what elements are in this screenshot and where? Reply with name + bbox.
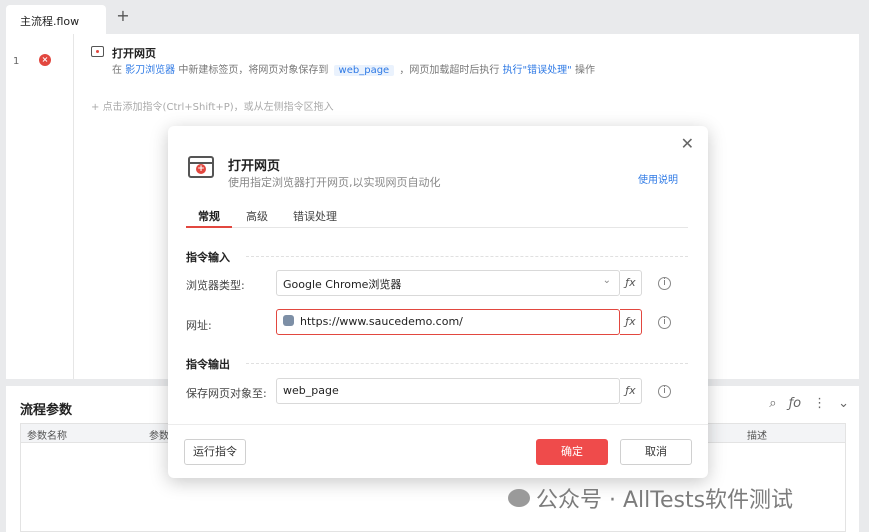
url-label: 网址: [186, 319, 212, 332]
line-number: 1 [13, 56, 20, 67]
add-hint-text: 点击添加指令(Ctrl+Shift+P)，或从左侧指令区拖入 [102, 102, 334, 113]
column-header: 参数名称 [27, 431, 67, 442]
line-gutter: 1 × [6, 34, 74, 379]
info-icon[interactable]: i [658, 385, 671, 398]
close-icon[interactable]: ✕ [681, 136, 694, 152]
tab-advanced[interactable]: 高级 [246, 208, 268, 224]
info-icon[interactable]: i [658, 316, 671, 329]
browser-icon [91, 46, 104, 57]
tab-main-flow[interactable]: 主流程.flow [6, 5, 106, 34]
browser-type-label: 浏览器类型: [186, 279, 245, 292]
fx-button[interactable]: ƒx [620, 270, 642, 296]
wechat-icon [508, 489, 530, 507]
command-title[interactable]: 打开网页 [112, 45, 156, 61]
help-link[interactable]: 使用说明 [638, 171, 678, 186]
tab-error-handling[interactable]: 错误处理 [293, 208, 337, 224]
confirm-button[interactable]: 确定 [536, 439, 608, 465]
error-icon[interactable]: × [39, 54, 51, 66]
dialog-tabs: 常规 高级 错误处理 [186, 206, 688, 228]
chevron-down-icon[interactable]: ⌄ [603, 275, 611, 286]
browser-type-select[interactable]: Google Chrome浏览器 ⌄ [276, 270, 620, 296]
desc-part: 操作 [571, 65, 595, 76]
info-icon[interactable]: i [658, 277, 671, 290]
error-handling-link[interactable]: 执行"错误处理" [503, 65, 572, 76]
chevron-down-icon[interactable]: ⌄ [838, 396, 849, 411]
save-object-label: 保存网页对象至: [186, 387, 267, 400]
fx-icon[interactable]: ƒo [789, 396, 802, 411]
footer-divider [168, 424, 708, 425]
dialog-subtitle: 使用指定浏览器打开网页,以实现网页自动化 [228, 176, 441, 189]
dialog-title: 打开网页 [228, 159, 281, 174]
add-command-hint[interactable]: + 点击添加指令(Ctrl+Shift+P)，或从左侧指令区拖入 [91, 98, 334, 113]
cancel-button[interactable]: 取消 [620, 439, 692, 465]
section-divider [246, 256, 688, 257]
watermark: 公众号 · AllTests软件测试 [508, 482, 793, 514]
params-toolbar: ⌕ ƒo ⋮ ⌄ [769, 396, 849, 411]
desc-part: 中新建标签页，将网页对象保存到 [175, 65, 332, 76]
command-description: 在 影刀浏览器 中新建标签页，将网页对象保存到 web_page ，网页加载超时… [112, 61, 595, 76]
plus-icon: + [91, 102, 103, 113]
params-title: 流程参数 [20, 403, 73, 418]
open-webpage-dialog: ✕ 打开网页 使用指定浏览器打开网页,以实现网页自动化 使用说明 常规 高级 错… [168, 126, 708, 478]
column-header: 描述 [747, 431, 767, 442]
tab-bar: 主流程.flow + [0, 0, 869, 34]
add-tab-button[interactable]: + [114, 7, 132, 25]
variable-chip[interactable]: web_page [333, 65, 395, 76]
fx-button[interactable]: ƒx [620, 309, 642, 335]
desc-part: 在 [112, 65, 126, 76]
output-section-title: 指令输出 [186, 358, 230, 371]
active-tab-indicator [186, 226, 232, 228]
url-value: https://www.saucedemo.com/ [300, 315, 463, 328]
tab-general[interactable]: 常规 [198, 208, 220, 224]
url-input[interactable]: https://www.saucedemo.com/ [276, 309, 620, 335]
python-icon [283, 315, 294, 326]
more-icon[interactable]: ⋮ [813, 396, 826, 411]
watermark-text: 公众号 · AllTests软件测试 [536, 488, 794, 513]
save-object-value: web_page [283, 384, 339, 397]
section-divider [246, 363, 688, 364]
search-icon[interactable]: ⌕ [769, 396, 776, 411]
browser-icon [188, 156, 214, 178]
desc-part: ，网页加载超时后执行 [396, 65, 503, 76]
fx-button[interactable]: ƒx [620, 378, 642, 404]
run-command-button[interactable]: 运行指令 [184, 439, 246, 465]
browser-type-value: Google Chrome浏览器 [283, 278, 402, 291]
input-section-title: 指令输入 [186, 251, 230, 264]
save-object-input[interactable]: web_page [276, 378, 620, 404]
column-header: 参数 [149, 431, 169, 442]
browser-link[interactable]: 影刀浏览器 [125, 65, 175, 76]
